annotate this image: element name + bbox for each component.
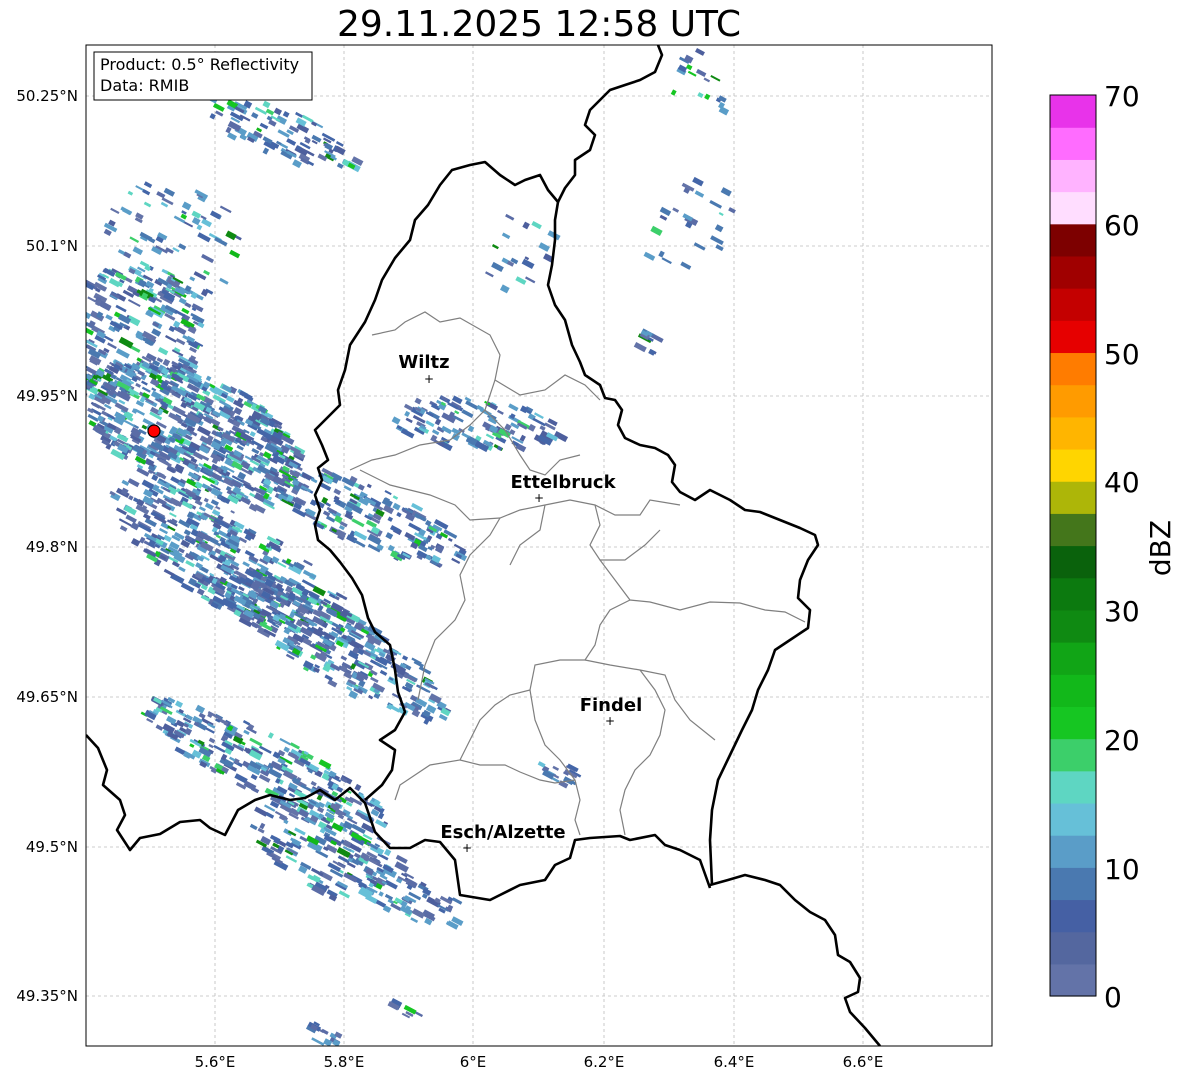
radar-echo	[62, 337, 69, 343]
y-tick-label: 49.5°N	[26, 838, 78, 856]
radar-echo	[72, 341, 84, 350]
info-box: Product: 0.5° Reflectivity Data: RMIB	[93, 51, 313, 101]
colorbar-segment	[1050, 320, 1096, 354]
colorbar-tick-label: 40	[1104, 466, 1140, 499]
colorbar-segment	[1050, 255, 1096, 289]
colorbar-segment	[1050, 416, 1096, 450]
map-panel[interactable]: Wiltz + Ettelbruck + Findel + Esch/Alzet…	[60, 44, 993, 1047]
radar-echo	[74, 337, 84, 346]
radar-echo	[67, 316, 79, 326]
y-tick-label: 49.95°N	[16, 387, 78, 405]
y-tick-label: 50.25°N	[16, 87, 78, 105]
colorbar-segment	[1050, 642, 1096, 675]
city-label-findel: Findel	[580, 695, 643, 716]
radar-echo	[69, 313, 79, 321]
colorbar-segment	[1050, 867, 1096, 901]
colorbar-tick-label: 20	[1104, 724, 1140, 757]
radar-echo	[67, 333, 73, 338]
city-marker-icon: +	[605, 714, 615, 728]
colorbar-ticks: 70 60 50 40 30 20 10 0	[1104, 80, 1140, 1014]
x-axis: 5.6°E 5.8°E 6°E 6.2°E 6.4°E 6.6°E	[195, 1053, 884, 1071]
colorbar-segment	[1050, 835, 1096, 868]
y-tick-label: 49.65°N	[16, 688, 78, 706]
y-tick-label: 50.1°N	[26, 237, 78, 255]
colorbar-segment	[1050, 95, 1096, 128]
colorbar-segment	[1050, 159, 1096, 193]
city-label-wiltz: Wiltz	[398, 352, 449, 373]
radar-echo	[67, 315, 81, 326]
colorbar-segment	[1050, 288, 1096, 321]
colorbar-segment	[1050, 674, 1096, 707]
colorbar-segment	[1050, 352, 1096, 386]
radar-echo	[65, 357, 78, 367]
city-label-esch-alzette: Esch/Alzette	[440, 822, 565, 843]
radar-echo	[78, 301, 85, 307]
radar-echo	[86, 307, 88, 317]
colorbar-tick-label: 0	[1104, 981, 1122, 1014]
radar-site-marker[interactable]	[147, 424, 161, 438]
colorbar-segment	[1050, 899, 1096, 933]
radar-echo	[70, 294, 78, 299]
x-tick-label: 5.8°E	[324, 1053, 365, 1071]
x-tick-label: 6.4°E	[714, 1053, 755, 1071]
colorbar-segment	[1050, 513, 1096, 547]
colorbar-segment	[1050, 481, 1096, 514]
y-tick-label: 49.8°N	[26, 538, 78, 556]
city-label-ettelbruck: Ettelbruck	[510, 472, 616, 493]
map-figure: Wiltz + Ettelbruck + Findel + Esch/Alzet…	[16, 44, 1177, 1071]
colorbar-segment	[1050, 577, 1096, 611]
colorbar-tick-label: 30	[1104, 595, 1140, 628]
city-marker-icon: +	[424, 372, 434, 386]
y-axis: 50.25°N 50.1°N 49.95°N 49.8°N 49.65°N 49…	[16, 87, 78, 1005]
colorbar[interactable]: 70 60 50 40 30 20 10 0 dBZ	[1049, 80, 1177, 1014]
colorbar-tick-label: 70	[1104, 80, 1140, 113]
colorbar-segment	[1050, 384, 1096, 418]
colorbar-label: dBZ	[1144, 520, 1177, 576]
colorbar-segments	[1050, 95, 1096, 997]
colorbar-segment	[1050, 802, 1096, 836]
colorbar-segment	[1050, 448, 1096, 482]
colorbar-segment	[1050, 545, 1096, 579]
colorbar-segment	[1050, 931, 1096, 965]
colorbar-tick-label: 10	[1104, 853, 1140, 886]
info-product: Product: 0.5° Reflectivity	[100, 55, 299, 74]
x-tick-label: 6.6°E	[843, 1053, 884, 1071]
colorbar-segment	[1050, 706, 1096, 740]
colorbar-segment	[1050, 738, 1096, 772]
colorbar-segment	[1050, 223, 1096, 257]
y-tick-label: 49.35°N	[16, 987, 78, 1005]
colorbar-tick-label: 60	[1104, 209, 1140, 242]
city-marker-icon: +	[462, 841, 472, 855]
info-data-source: Data: RMIB	[100, 76, 189, 95]
colorbar-tick-label: 50	[1104, 338, 1140, 371]
x-tick-label: 6°E	[460, 1053, 487, 1071]
colorbar-segment	[1050, 770, 1096, 804]
colorbar-segment	[1050, 191, 1096, 225]
radar-echo	[60, 329, 68, 335]
city-marker-icon: +	[534, 491, 544, 505]
x-tick-label: 5.6°E	[195, 1053, 236, 1071]
radar-echo	[68, 329, 77, 337]
radar-echo	[70, 308, 77, 314]
colorbar-segment	[1050, 963, 1096, 997]
radar-echo	[76, 316, 82, 321]
radar-echo	[76, 329, 83, 335]
x-tick-label: 6.2°E	[584, 1053, 625, 1071]
colorbar-segment	[1050, 127, 1096, 160]
colorbar-segment	[1050, 609, 1096, 643]
